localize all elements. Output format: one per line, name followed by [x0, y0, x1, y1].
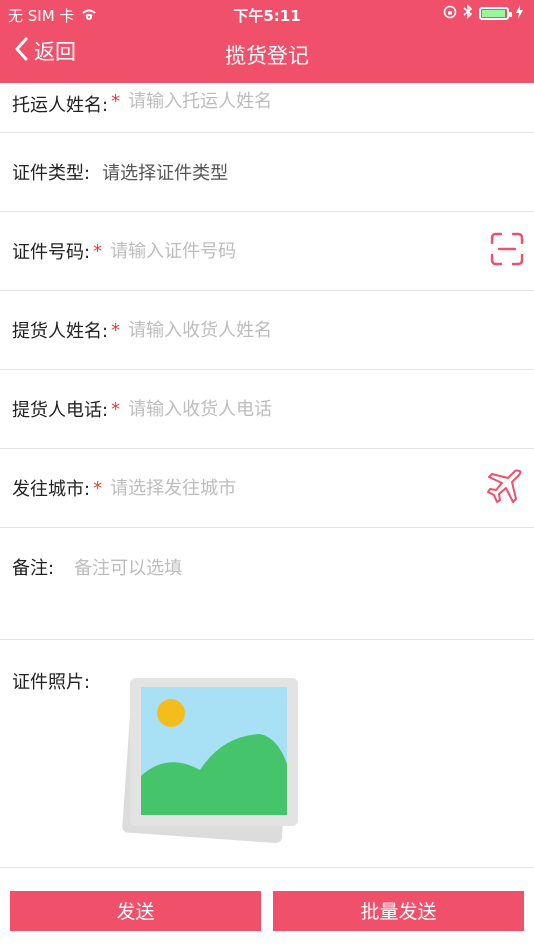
registration-form: 托运人姓名: * 证件类型: 请选择证件类型 证件号码: * 提货人姓名: * … [0, 83, 534, 868]
id-photo-label: 证件照片: [12, 672, 91, 693]
destination-city-input[interactable] [110, 477, 441, 499]
status-right-group [443, 4, 524, 23]
destination-city-row: 发往城市: * [0, 449, 534, 528]
required-marker: * [111, 398, 121, 420]
required-marker: * [93, 240, 103, 262]
battery-icon [479, 7, 512, 20]
status-bar: 无 SIM 卡 下午5:11 [0, 0, 534, 28]
id-type-row[interactable]: 证件类型: 请选择证件类型 [0, 133, 534, 212]
shipper-name-row: 托运人姓名: * [0, 83, 534, 133]
destination-city-label: 发往城市: [12, 479, 91, 500]
header: 无 SIM 卡 下午5:11 返回 揽货登记 [0, 0, 534, 83]
id-number-input[interactable] [110, 240, 441, 262]
shipper-name-label: 托运人姓名: [12, 95, 109, 116]
airplane-icon[interactable] [486, 467, 524, 509]
id-number-row: 证件号码: * [0, 212, 534, 291]
battery-fill [482, 10, 505, 17]
consignee-phone-label: 提货人电话: [12, 400, 109, 421]
consignee-phone-row: 提货人电话: * [0, 370, 534, 449]
bluetooth-icon [463, 4, 473, 23]
image-placeholder-icon[interactable] [112, 676, 302, 851]
id-number-label: 证件号码: [12, 242, 91, 263]
id-type-label: 证件类型: [12, 163, 91, 184]
consignee-name-row: 提货人姓名: * [0, 291, 534, 370]
action-bar: 发送 批量发送 [0, 891, 534, 931]
batch-send-button[interactable]: 批量发送 [273, 891, 524, 931]
required-marker: * [111, 91, 121, 112]
remark-label: 备注: [12, 558, 55, 579]
id-photo-row: 证件照片: [0, 640, 534, 868]
consignee-name-label: 提货人姓名: [12, 321, 109, 342]
shipper-name-input[interactable] [128, 91, 459, 112]
charging-icon [515, 4, 524, 23]
remark-row: 备注: [0, 528, 534, 640]
consignee-name-input[interactable] [128, 319, 459, 341]
navigation-bar: 返回 揽货登记 [0, 30, 534, 80]
id-type-select[interactable]: 请选择证件类型 [102, 159, 228, 185]
send-button[interactable]: 发送 [10, 891, 261, 931]
consignee-phone-input[interactable] [128, 398, 459, 420]
orientation-lock-icon [443, 5, 457, 23]
required-marker: * [93, 477, 103, 499]
required-marker: * [111, 319, 121, 341]
remark-textarea[interactable] [74, 554, 475, 624]
scan-icon[interactable] [490, 232, 524, 270]
page-title: 揽货登记 [225, 44, 309, 68]
